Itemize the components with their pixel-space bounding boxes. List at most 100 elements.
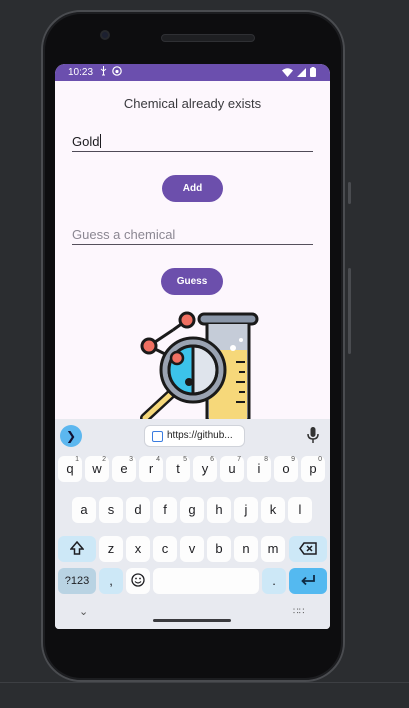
power-button xyxy=(348,182,351,204)
emoji-icon xyxy=(131,573,145,587)
front-camera xyxy=(100,30,110,40)
key-label: p xyxy=(309,461,317,476)
guess-input[interactable]: Guess a chemical xyxy=(72,227,313,245)
earpiece-speaker xyxy=(161,34,255,42)
key[interactable]: m xyxy=(261,536,285,562)
key-label: j xyxy=(244,502,248,517)
key-number-hint: 4 xyxy=(156,456,160,463)
key-label: n xyxy=(242,541,250,556)
emoji-key[interactable] xyxy=(126,568,150,594)
key-label: i xyxy=(257,461,261,476)
key-label: o xyxy=(282,461,290,476)
add-button[interactable]: Add xyxy=(162,175,223,202)
key[interactable]: u7 xyxy=(220,456,244,482)
key[interactable]: t5 xyxy=(166,456,190,482)
key[interactable]: h xyxy=(207,497,231,523)
backspace-icon xyxy=(299,542,317,555)
key[interactable]: g xyxy=(180,497,204,523)
key[interactable]: c xyxy=(153,536,177,562)
key-label: v xyxy=(188,541,196,556)
ide-bottom-strip xyxy=(0,682,409,708)
key[interactable]: e3 xyxy=(112,456,136,482)
key-label: a xyxy=(80,502,88,517)
chemistry-illustration xyxy=(140,311,259,420)
expand-arrow-icon[interactable]: ❯ xyxy=(60,425,82,447)
guess-button[interactable]: Guess xyxy=(161,268,223,295)
key-label: h xyxy=(215,502,223,517)
key-number-hint: 5 xyxy=(183,456,187,463)
key-label: w xyxy=(92,461,102,476)
status-time: 10:23 xyxy=(68,67,94,78)
key-number-hint: 7 xyxy=(237,456,241,463)
key-number-hint: 3 xyxy=(129,456,133,463)
keyboard-switcher-icon[interactable]: ∷∷ xyxy=(293,606,304,617)
shift-arrow-icon xyxy=(69,540,85,555)
key[interactable]: o9 xyxy=(274,456,298,482)
key-label: e xyxy=(120,461,128,476)
key-label: m xyxy=(267,541,279,556)
key-label: z xyxy=(107,541,115,556)
enter-arrow-icon xyxy=(301,575,315,586)
gesture-navigation-bar[interactable] xyxy=(153,619,231,622)
key[interactable]: p0 xyxy=(301,456,325,482)
enter-key[interactable] xyxy=(289,568,327,594)
space-key[interactable] xyxy=(153,568,259,594)
key[interactable]: b xyxy=(207,536,231,562)
key[interactable]: i8 xyxy=(247,456,271,482)
key[interactable]: d xyxy=(126,497,150,523)
key-label: r xyxy=(148,461,154,476)
key[interactable]: s xyxy=(99,497,123,523)
key-label: b xyxy=(215,541,223,556)
comma-key[interactable]: , xyxy=(99,568,123,594)
chemical-input[interactable]: Gold xyxy=(72,134,313,152)
key-number-hint: 8 xyxy=(264,456,268,463)
status-message: Chemical already exists xyxy=(123,96,262,111)
usb-debug-icon xyxy=(99,66,108,79)
key-number-hint: 0 xyxy=(318,456,322,463)
symbols-key[interactable]: ?123 xyxy=(58,568,96,594)
keyboard-bottom-bar: ⌄ ∷∷ xyxy=(55,599,330,629)
key-label: x xyxy=(134,541,142,556)
volume-button xyxy=(348,268,351,354)
microphone-icon[interactable] xyxy=(307,427,319,443)
key[interactable]: y6 xyxy=(193,456,217,482)
keyboard-suggestion-bar: ❯ https://github... xyxy=(55,419,330,449)
key[interactable]: x xyxy=(126,536,150,562)
key-number-hint: 1 xyxy=(75,456,79,463)
key-number-hint: 6 xyxy=(210,456,214,463)
key-label: y xyxy=(201,461,209,476)
key[interactable]: w2 xyxy=(85,456,109,482)
key-number-hint: 2 xyxy=(102,456,106,463)
key[interactable]: q1 xyxy=(58,456,82,482)
key-label: d xyxy=(134,502,142,517)
signal-icon xyxy=(297,67,306,80)
key[interactable]: z xyxy=(99,536,123,562)
key[interactable]: v xyxy=(180,536,204,562)
status-bar: 10:23 xyxy=(55,64,330,81)
backspace-key[interactable] xyxy=(289,536,327,562)
key-label: s xyxy=(107,502,115,517)
text-caret xyxy=(100,134,102,148)
key[interactable]: n xyxy=(234,536,258,562)
clipboard-suggestion-chip[interactable]: https://github... xyxy=(144,425,245,447)
chemical-input-value: Gold xyxy=(72,134,100,149)
key[interactable]: j xyxy=(234,497,258,523)
key[interactable]: k xyxy=(261,497,285,523)
key[interactable]: a xyxy=(72,497,96,523)
android-notification-icon xyxy=(112,66,122,79)
key[interactable]: r4 xyxy=(139,456,163,482)
clipboard-suggestion-text: https://github... xyxy=(167,430,233,441)
wifi-icon xyxy=(282,67,293,80)
clipboard-icon xyxy=(152,431,163,442)
period-key[interactable]: . xyxy=(262,568,286,594)
key-label: k xyxy=(269,502,277,517)
key-label: f xyxy=(163,502,167,517)
key[interactable]: l xyxy=(288,497,312,523)
key[interactable]: f xyxy=(153,497,177,523)
key-label: c xyxy=(161,541,169,556)
hide-keyboard-chevron-icon[interactable]: ⌄ xyxy=(79,605,88,618)
battery-icon xyxy=(310,67,316,80)
key-label: q xyxy=(66,461,74,476)
shift-key[interactable] xyxy=(58,536,96,562)
key-label: t xyxy=(176,461,180,476)
